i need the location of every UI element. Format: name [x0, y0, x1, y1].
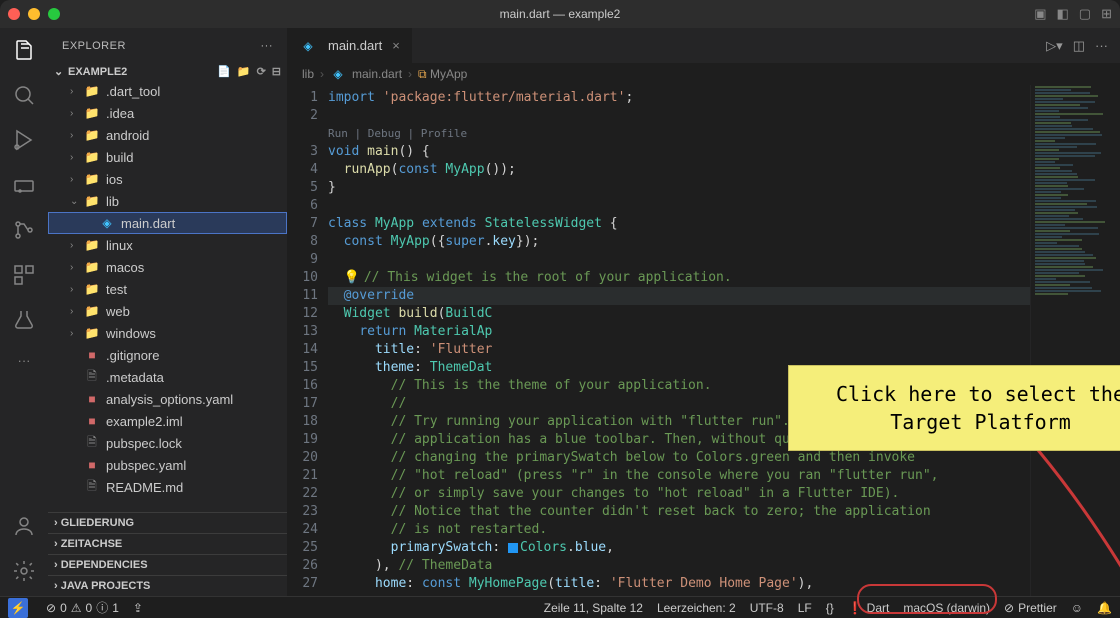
titlebar: main.dart — example2 ▣ ◧ ▢ ⊞	[0, 0, 1120, 28]
docker-icon[interactable]	[12, 173, 36, 200]
formatter[interactable]: ⊘ Prettier	[1004, 601, 1057, 615]
folder-ios[interactable]: ›📁ios	[48, 168, 287, 190]
indentation[interactable]: Leerzeichen: 2	[657, 601, 736, 615]
new-file-icon[interactable]: 📄	[217, 65, 231, 78]
account-icon[interactable]	[12, 514, 36, 541]
ports-icon[interactable]: ⇪	[133, 601, 143, 615]
search-icon[interactable]	[12, 83, 36, 110]
file-main.dart[interactable]: ◈main.dart	[48, 212, 287, 234]
feedback-icon[interactable]: ☺	[1071, 601, 1083, 615]
editor-more-icon[interactable]: ···	[1095, 38, 1108, 53]
section-zeitachse[interactable]: › ZEITACHSE	[48, 533, 287, 554]
folder-windows[interactable]: ›📁windows	[48, 322, 287, 344]
folder-android[interactable]: ›📁android	[48, 124, 287, 146]
dart-file-icon: ◈	[300, 38, 316, 54]
status-bar: ⚡ ⊘0 ⚠0 ⓘ1 ⇪ Zeile 11, Spalte 12 Leerzei…	[0, 596, 1120, 618]
bell-icon[interactable]: 🔔	[1097, 601, 1112, 615]
folder-.dart_tool[interactable]: ›📁.dart_tool	[48, 80, 287, 102]
source-control-icon[interactable]	[12, 218, 36, 245]
file-tree: ›📁.dart_tool›📁.idea›📁android›📁build›📁ios…	[48, 80, 287, 512]
section-dependencies[interactable]: › DEPENDENCIES	[48, 554, 287, 575]
run-debug-icon[interactable]	[12, 128, 36, 155]
explorer-more-icon[interactable]: ···	[261, 40, 274, 52]
folder-test[interactable]: ›📁test	[48, 278, 287, 300]
window-minimize-icon[interactable]	[28, 8, 40, 20]
file-.metadata[interactable]: 🗎.metadata	[48, 366, 287, 388]
project-section-header[interactable]: ⌄ EXAMPLE2 📄 📁 ⟳ ⊟	[48, 63, 287, 80]
new-folder-icon[interactable]: 📁	[237, 65, 251, 78]
eol[interactable]: LF	[798, 601, 812, 615]
folder-web[interactable]: ›📁web	[48, 300, 287, 322]
folder-lib[interactable]: ⌄📁lib	[48, 190, 287, 212]
extensions-icon[interactable]	[12, 263, 36, 290]
layout-sidebar-icon[interactable]: ◧	[1057, 6, 1069, 22]
file-README.md[interactable]: 🗎README.md	[48, 476, 287, 498]
activity-bar: ···	[0, 28, 48, 596]
section-java projects[interactable]: › JAVA PROJECTS	[48, 575, 287, 596]
file-pubspec.lock[interactable]: 🗎pubspec.lock	[48, 432, 287, 454]
layout-panel-icon[interactable]: ▣	[1034, 6, 1046, 22]
remote-icon[interactable]: ⚡	[8, 598, 28, 618]
folder-build[interactable]: ›📁build	[48, 146, 287, 168]
explorer-sidebar: EXPLORER ··· ⌄ EXAMPLE2 📄 📁 ⟳ ⊟ ›📁.dart_…	[48, 28, 288, 596]
breadcrumbs[interactable]: lib›◈main.dart›⧉ MyApp	[288, 63, 1120, 85]
file-pubspec.yaml[interactable]: ■pubspec.yaml	[48, 454, 287, 476]
close-icon[interactable]: ×	[392, 38, 400, 53]
tab-bar: ◈ main.dart × ▷▾ ◫ ···	[288, 28, 1120, 63]
language-mode[interactable]: ❗Dart	[848, 601, 890, 615]
refresh-icon[interactable]: ⟳	[257, 65, 266, 78]
folder-linux[interactable]: ›📁linux	[48, 234, 287, 256]
window-maximize-icon[interactable]	[48, 8, 60, 20]
target-platform[interactable]: macOS (darwin)	[903, 601, 990, 615]
cursor-position[interactable]: Zeile 11, Spalte 12	[544, 601, 643, 615]
problems-status[interactable]: ⊘0 ⚠0 ⓘ1	[46, 599, 119, 616]
tab-main-dart[interactable]: ◈ main.dart ×	[288, 28, 413, 63]
split-editor-icon[interactable]: ◫	[1073, 38, 1085, 54]
window-close-icon[interactable]	[8, 8, 20, 20]
explorer-icon[interactable]	[12, 38, 36, 65]
collapse-icon[interactable]: ⊟	[272, 65, 281, 78]
file-.gitignore[interactable]: ■.gitignore	[48, 344, 287, 366]
bracket-pair[interactable]: {}	[826, 601, 834, 615]
run-program-icon[interactable]: ▷▾	[1046, 38, 1063, 54]
file-example2.iml[interactable]: ■example2.iml	[48, 410, 287, 432]
code-editor[interactable]: 12 3456789101112131415161718192021222324…	[288, 85, 1120, 596]
window-title: main.dart — example2	[500, 7, 621, 21]
testing-icon[interactable]	[12, 308, 36, 335]
file-analysis_options.yaml[interactable]: ■analysis_options.yaml	[48, 388, 287, 410]
layout-editor-icon[interactable]: ▢	[1079, 6, 1091, 22]
annotation-callout: Click here to select the Target Platform	[788, 365, 1120, 451]
project-name: EXAMPLE2	[68, 66, 127, 78]
explorer-title: EXPLORER	[62, 40, 126, 52]
minimap[interactable]	[1030, 85, 1120, 596]
folder-.idea[interactable]: ›📁.idea	[48, 102, 287, 124]
section-gliederung[interactable]: › GLIEDERUNG	[48, 512, 287, 533]
settings-gear-icon[interactable]	[12, 559, 36, 586]
tab-label: main.dart	[328, 38, 382, 53]
folder-macos[interactable]: ›📁macos	[48, 256, 287, 278]
editor-area: ◈ main.dart × ▷▾ ◫ ··· lib›◈main.dart›⧉ …	[288, 28, 1120, 596]
layout-grid-icon[interactable]: ⊞	[1101, 6, 1112, 22]
more-icon[interactable]: ···	[18, 353, 31, 368]
encoding[interactable]: UTF-8	[750, 601, 784, 615]
